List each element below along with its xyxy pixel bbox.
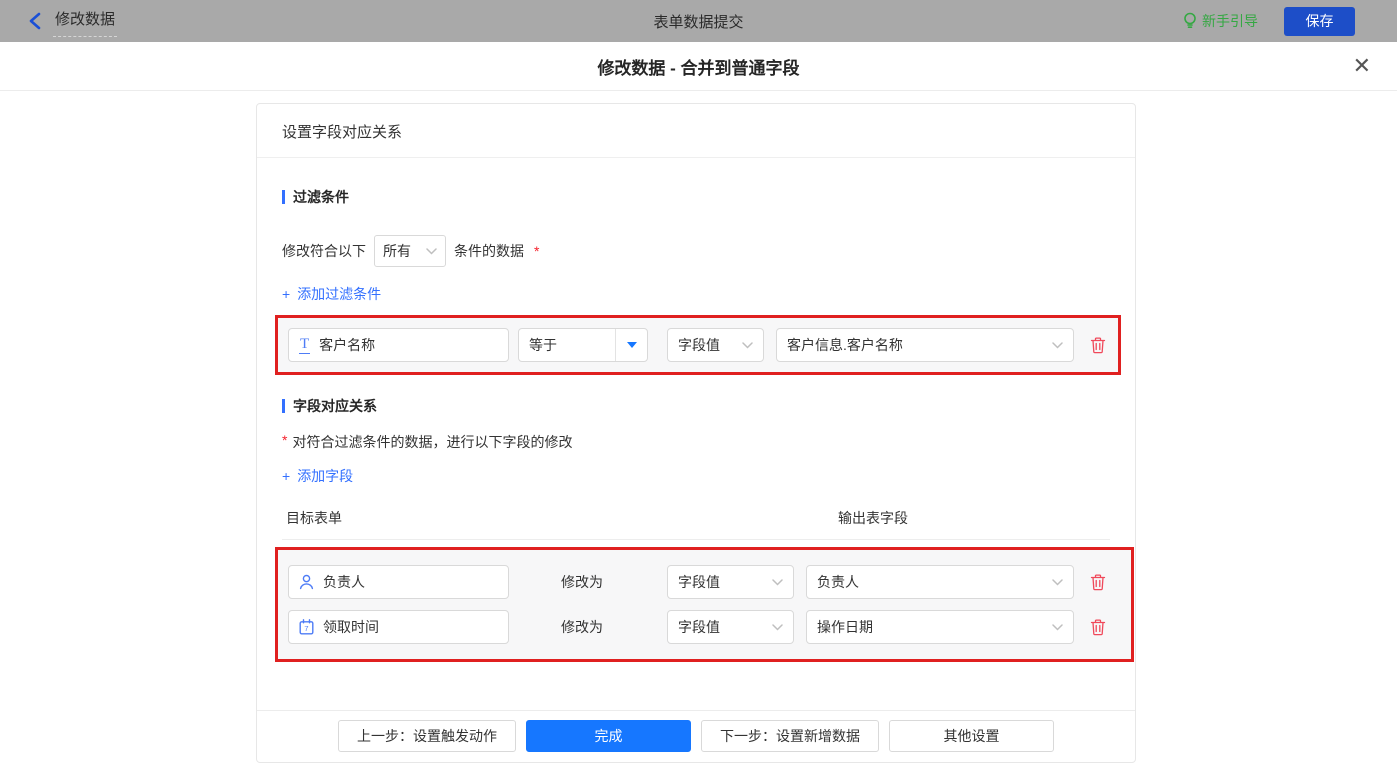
chevron-down-icon bbox=[1052, 578, 1063, 586]
operator-select[interactable]: 等于 bbox=[518, 328, 648, 362]
add-filter-condition-link[interactable]: + 添加过滤条件 bbox=[282, 284, 381, 304]
chevron-down-icon bbox=[1052, 341, 1063, 349]
operator-dropdown-button[interactable] bbox=[615, 329, 647, 361]
card-header-title: 设置字段对应关系 bbox=[257, 104, 1135, 158]
condition-value-select[interactable]: 客户信息.客户名称 bbox=[776, 328, 1074, 362]
lightbulb-icon bbox=[1183, 12, 1197, 30]
beginner-guide-label: 新手引导 bbox=[1202, 13, 1258, 29]
add-field-link[interactable]: + 添加字段 bbox=[282, 466, 353, 486]
modal-title: 修改数据 - 合并到普通字段 bbox=[597, 58, 800, 78]
person-icon bbox=[299, 574, 314, 590]
done-button[interactable]: 完成 bbox=[526, 720, 691, 752]
settings-card: 设置字段对应关系 过滤条件 修改符合以下 所有 条件的数据 * + 添加过滤条件 bbox=[256, 103, 1136, 763]
filter-section-title: 过滤条件 bbox=[282, 187, 1110, 207]
back-nav[interactable]: 修改数据 bbox=[28, 5, 118, 37]
condition-value-type-select[interactable]: 字段值 bbox=[667, 328, 764, 362]
output-field-select[interactable]: 负责人 bbox=[806, 565, 1074, 599]
other-settings-button[interactable]: 其他设置 bbox=[889, 720, 1054, 752]
mapping-column-headers: 目标表单 输出表字段 bbox=[282, 508, 1110, 540]
prev-step-button[interactable]: 上一步：设置触发动作 bbox=[338, 720, 516, 752]
mapping-section-title: 字段对应关系 bbox=[282, 396, 1110, 416]
section-marker bbox=[282, 190, 285, 204]
close-icon[interactable]: ✕ bbox=[1353, 55, 1371, 77]
topbar: 修改数据 表单数据提交 新手引导 保存 bbox=[0, 0, 1397, 42]
trash-icon bbox=[1090, 573, 1106, 591]
filter-condition-highlight-box: T 客户名称 等于 字段值 客户信息.客户名称 bbox=[275, 315, 1121, 375]
mapping-description: * 对符合过滤条件的数据，进行以下字段的修改 bbox=[282, 432, 573, 450]
modify-as-label: 修改为 bbox=[561, 574, 603, 590]
plus-icon: + bbox=[282, 286, 291, 302]
modal-titlebar: 修改数据 - 合并到普通字段 ✕ bbox=[0, 42, 1397, 91]
value-type-select[interactable]: 字段值 bbox=[667, 565, 794, 599]
chevron-down-icon bbox=[772, 623, 783, 631]
filter-condition-row: T 客户名称 等于 字段值 客户信息.客户名称 bbox=[288, 328, 1108, 362]
match-mode-select[interactable]: 所有 bbox=[374, 235, 446, 267]
beginner-guide-link[interactable]: 新手引导 bbox=[1183, 11, 1258, 31]
required-asterisk: * bbox=[534, 243, 540, 259]
plus-icon: + bbox=[282, 468, 291, 484]
column-header-target-form: 目标表单 bbox=[286, 510, 342, 526]
target-field-input[interactable]: 负责人 bbox=[288, 565, 509, 599]
mapping-row: 7 领取时间 修改为 字段值 操作日期 bbox=[288, 610, 1121, 644]
delete-condition-button[interactable] bbox=[1090, 336, 1106, 354]
target-field-input[interactable]: 7 领取时间 bbox=[288, 610, 509, 644]
chevron-down-icon bbox=[742, 341, 753, 349]
next-step-button[interactable]: 下一步：设置新增数据 bbox=[701, 720, 879, 752]
trash-icon bbox=[1090, 336, 1106, 354]
save-button[interactable]: 保存 bbox=[1284, 6, 1355, 36]
column-header-output-field: 输出表字段 bbox=[838, 510, 908, 526]
chevron-down-icon bbox=[426, 247, 437, 255]
condition-field-input[interactable]: T 客户名称 bbox=[288, 328, 509, 362]
mapping-row: 负责人 修改为 字段值 负责人 bbox=[288, 565, 1121, 599]
output-field-select[interactable]: 操作日期 bbox=[806, 610, 1074, 644]
calendar-icon: 7 bbox=[299, 619, 314, 635]
caret-down-icon bbox=[626, 342, 637, 348]
back-label[interactable]: 修改数据 bbox=[53, 5, 118, 37]
value-type-select[interactable]: 字段值 bbox=[667, 610, 794, 644]
chevron-down-icon bbox=[772, 578, 783, 586]
svg-text:7: 7 bbox=[304, 624, 308, 633]
text-field-icon: T bbox=[299, 335, 311, 354]
wizard-footer: 上一步：设置触发动作 完成 下一步：设置新增数据 其他设置 bbox=[257, 710, 1135, 762]
match-prefix-text: 修改符合以下 bbox=[282, 243, 366, 259]
back-chevron-icon[interactable] bbox=[28, 12, 41, 30]
chevron-down-icon bbox=[1052, 623, 1063, 631]
match-suffix-text: 条件的数据 bbox=[454, 243, 524, 259]
trash-icon bbox=[1090, 618, 1106, 636]
modify-as-label: 修改为 bbox=[561, 619, 603, 635]
field-mapping-highlight-box: 负责人 修改为 字段值 负责人 7 领取时间 修改为 字段值 操作日期 bbox=[275, 547, 1134, 662]
delete-mapping-button[interactable] bbox=[1090, 573, 1106, 591]
delete-mapping-button[interactable] bbox=[1090, 618, 1106, 636]
section-marker bbox=[282, 399, 285, 413]
